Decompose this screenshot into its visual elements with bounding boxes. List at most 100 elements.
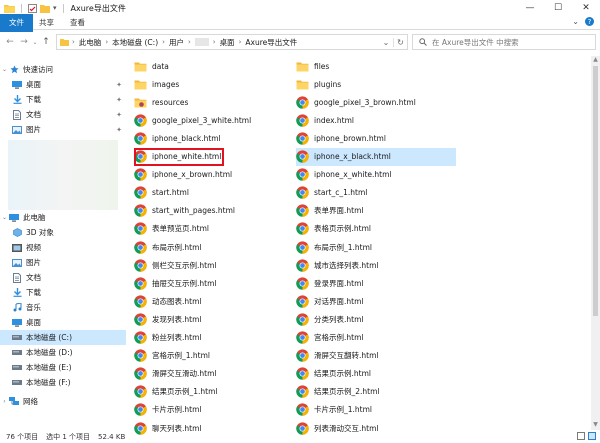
file-item[interactable]: 宫格示例_1.html	[134, 347, 294, 365]
sidebar-item-desktop[interactable]: 桌面	[0, 315, 126, 330]
file-item[interactable]: 布局示例_1.html	[296, 238, 458, 256]
file-item[interactable]: iphone_x_brown.html	[134, 166, 294, 184]
pin-icon[interactable]: ✦	[116, 96, 122, 104]
file-item[interactable]: 发现列表.html	[134, 310, 294, 328]
sidebar-item-desktop-pinned[interactable]: 桌面 ✦	[0, 77, 126, 92]
window-title: Axure导出文件	[70, 3, 126, 13]
sidebar-item-downloads-pinned[interactable]: 下载 ✦	[0, 92, 126, 107]
sidebar-item-drive-d[interactable]: 本地磁盘 (D:)	[0, 345, 126, 360]
minimize-button[interactable]: —	[516, 0, 544, 16]
file-item[interactable]: google_pixel_3_white.html	[134, 111, 294, 129]
file-item[interactable]: 结果页示例_2.html	[296, 383, 458, 401]
back-arrow-icon[interactable]: ←	[3, 35, 17, 49]
close-button[interactable]: ✕	[572, 0, 600, 16]
refresh-icon[interactable]: ↻	[393, 37, 407, 47]
search-box[interactable]: 在 Axure导出文件 中搜索	[412, 34, 596, 50]
file-item[interactable]: 登录界面.html	[296, 274, 458, 292]
file-item[interactable]: google_pixel_3_brown.html	[296, 93, 458, 111]
file-item[interactable]: 布局示例.html	[134, 238, 294, 256]
scroll-down-icon[interactable]: ▼	[591, 421, 600, 430]
large-icons-view-icon[interactable]	[588, 432, 596, 440]
sidebar-item-drive-c[interactable]: 本地磁盘 (C:)	[0, 330, 126, 345]
pin-icon[interactable]: ✦	[116, 126, 122, 134]
file-item[interactable]: 表单界面.html	[296, 202, 458, 220]
breadcrumb-drive-c[interactable]: 本地磁盘 (C:)	[112, 37, 158, 48]
file-item[interactable]: index.html	[296, 111, 458, 129]
chevron-down-icon[interactable]: ⌄	[0, 66, 9, 73]
address-dropdown-icon[interactable]: ⌄	[379, 38, 393, 47]
file-item[interactable]: start_c_1.html	[296, 184, 458, 202]
sidebar-item-downloads[interactable]: 下载	[0, 285, 126, 300]
sidebar-item-music[interactable]: 音乐	[0, 300, 126, 315]
scrollbar-thumb[interactable]	[593, 66, 598, 316]
maximize-button[interactable]: ☐	[544, 0, 572, 16]
sidebar-item-network[interactable]: › 网络	[0, 394, 126, 409]
tab-file[interactable]: 文件	[0, 13, 33, 32]
file-item[interactable]: start_with_pages.html	[134, 202, 294, 220]
forward-arrow-icon[interactable]: →	[17, 35, 31, 49]
breadcrumb-username-redacted[interactable]	[194, 38, 209, 46]
chrome-icon	[134, 186, 147, 199]
sidebar-item-documents[interactable]: 文档	[0, 270, 126, 285]
file-item[interactable]: iphone_x_white.html	[296, 166, 458, 184]
file-item[interactable]: 表单预览页.html	[134, 220, 294, 238]
file-item[interactable]: 结果页示例_1.html	[134, 383, 294, 401]
chevron-down-icon[interactable]: ⌄	[0, 214, 9, 221]
up-arrow-icon[interactable]: ↑	[39, 35, 53, 49]
file-item[interactable]: 宫格示例.html	[296, 329, 458, 347]
address-bar[interactable]: › 此电脑 › 本地磁盘 (C:) › 用户 › › 桌面 › Axure导出文…	[56, 34, 408, 50]
file-item[interactable]: 卡片示例.html	[134, 401, 294, 419]
file-item[interactable]: 动态图表.html	[134, 292, 294, 310]
new-folder-icon[interactable]	[40, 4, 50, 13]
properties-icon[interactable]	[28, 3, 37, 13]
file-name: 表单界面.html	[314, 206, 364, 216]
file-item[interactable]: iphone_brown.html	[296, 129, 458, 147]
customize-toolbar-icon[interactable]: ▾	[53, 4, 57, 12]
file-item[interactable]: 滑屏交互滑动.html	[134, 365, 294, 383]
file-item[interactable]: 抽屉交互示例.html	[134, 274, 294, 292]
breadcrumb-desktop[interactable]: 桌面	[220, 37, 235, 48]
breadcrumb-current-folder[interactable]: Axure导出文件	[245, 37, 297, 48]
file-item[interactable]: iphone_black.html	[134, 129, 294, 147]
file-item[interactable]: 侧栏交互示例.html	[134, 256, 294, 274]
sidebar-item-this-pc[interactable]: ⌄ 此电脑	[0, 210, 126, 225]
breadcrumb-this-pc[interactable]: 此电脑	[79, 37, 102, 48]
sidebar-item-drive-e[interactable]: 本地磁盘 (E:)	[0, 360, 126, 375]
file-item[interactable]: 粉丝列表.html	[134, 329, 294, 347]
recent-locations-icon[interactable]: ⌄	[31, 35, 39, 49]
sidebar-item-drive-f[interactable]: 本地磁盘 (F:)	[0, 375, 126, 390]
sidebar-item-3d-objects[interactable]: 3D 对象	[0, 225, 126, 240]
folder-item[interactable]: files	[296, 57, 458, 75]
tab-view[interactable]: 查看	[62, 16, 93, 30]
file-item[interactable]: 城市选择列表.html	[296, 256, 458, 274]
folder-item[interactable]: plugins	[296, 75, 458, 93]
details-view-icon[interactable]	[577, 432, 585, 440]
sidebar-item-videos[interactable]: 视频	[0, 240, 126, 255]
sidebar-item-pictures[interactable]: 图片	[0, 255, 126, 270]
file-item-highlighted[interactable]: iphone_white.html	[134, 147, 224, 166]
sidebar-item-quick-access[interactable]: ⌄ 快速访问	[0, 62, 126, 77]
file-item[interactable]: 卡片示例_1.html	[296, 401, 458, 419]
tab-share[interactable]: 共享	[31, 16, 62, 30]
file-item[interactable]: 对话界面.html	[296, 292, 458, 310]
file-item-selected[interactable]: iphone_x_black.html	[296, 147, 456, 166]
file-name: iphone_white.html	[152, 152, 222, 161]
breadcrumb-users[interactable]: 用户	[169, 37, 184, 48]
folder-item[interactable]: images	[134, 75, 294, 93]
folder-item[interactable]: resources	[134, 93, 294, 111]
expand-ribbon-icon[interactable]: ⌄	[572, 17, 579, 26]
file-item[interactable]: 表格页示例.html	[296, 220, 458, 238]
help-icon[interactable]: ?	[585, 17, 594, 26]
pin-icon[interactable]: ✦	[116, 111, 122, 119]
sidebar-item-documents-pinned[interactable]: 文档 ✦	[0, 107, 126, 122]
file-item[interactable]: start.html	[134, 184, 294, 202]
file-item[interactable]: 滑屏交互翻转.html	[296, 347, 458, 365]
folder-item[interactable]: data	[134, 57, 294, 75]
chevron-right-icon[interactable]: ›	[0, 398, 9, 405]
file-item[interactable]: 结果页示例.html	[296, 365, 458, 383]
vertical-scrollbar[interactable]: ▲ ▼	[591, 56, 600, 430]
sidebar-item-pictures-pinned[interactable]: 图片 ✦	[0, 122, 126, 137]
scroll-up-icon[interactable]: ▲	[591, 56, 600, 65]
file-item[interactable]: 分类列表.html	[296, 310, 458, 328]
pin-icon[interactable]: ✦	[116, 81, 122, 89]
